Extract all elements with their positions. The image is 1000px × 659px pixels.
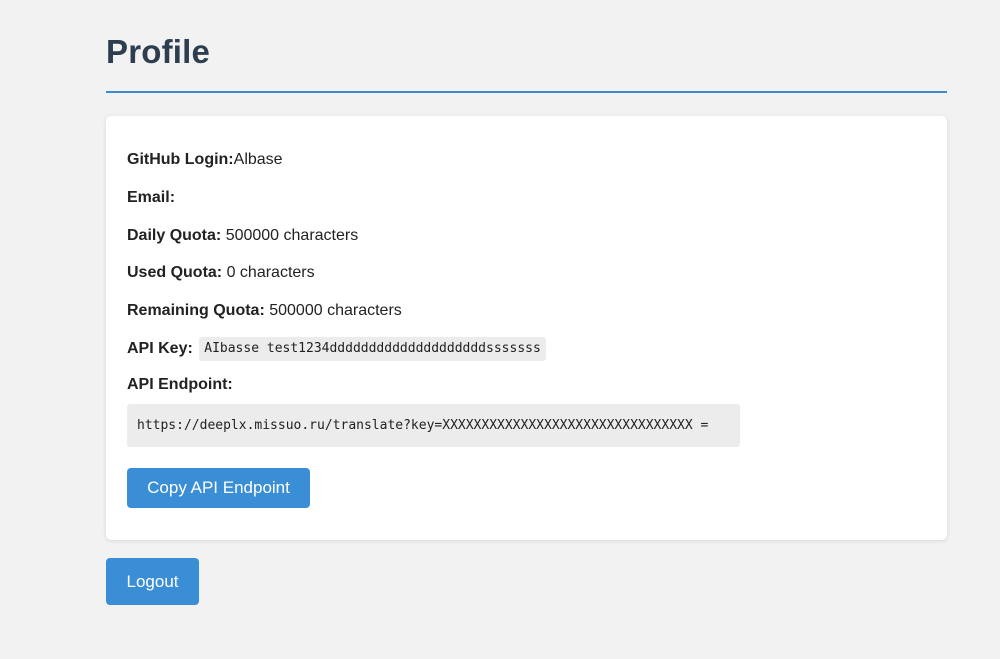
daily-quota-row: Daily Quota: 500000 characters: [127, 226, 358, 246]
profile-card: GitHub Login:Albase Email: Daily Quota: …: [106, 116, 947, 540]
github-login-row: GitHub Login:Albase: [127, 150, 283, 170]
daily-quota-value: 500000 characters: [225, 227, 359, 244]
page-title: Profile: [106, 33, 211, 70]
email-row: Email:: [127, 188, 175, 208]
remaining-quota-label: Remaining Quota:: [127, 302, 265, 319]
copy-api-endpoint-button[interactable]: Copy API Endpoint: [127, 468, 310, 508]
github-login-value: Albase: [233, 151, 283, 168]
used-quota-row: Used Quota: 0 characters: [127, 263, 315, 283]
api-endpoint-row: API Endpoint:: [127, 375, 233, 395]
remaining-quota-row: Remaining Quota: 500000 characters: [127, 301, 402, 321]
api-key-label: API Key:: [127, 340, 193, 358]
github-login-label: GitHub Login:: [127, 151, 234, 168]
title-divider: [106, 91, 947, 93]
api-key-value[interactable]: AIbasse test1234ddddddddddddddddddddssss…: [199, 337, 546, 361]
email-label: Email:: [127, 189, 176, 206]
used-quota-label: Used Quota:: [127, 264, 223, 281]
logout-button[interactable]: Logout: [106, 558, 199, 605]
api-endpoint-value[interactable]: https://deeplx.missuo.ru/translate?key=X…: [127, 404, 740, 447]
daily-quota-label: Daily Quota:: [127, 227, 222, 244]
used-quota-value: 0 characters: [226, 264, 315, 281]
remaining-quota-value: 500000 characters: [269, 302, 402, 319]
api-endpoint-label: API Endpoint:: [127, 376, 233, 393]
api-key-row: API Key: AIbasse test1234ddddddddddddddd…: [127, 337, 546, 361]
